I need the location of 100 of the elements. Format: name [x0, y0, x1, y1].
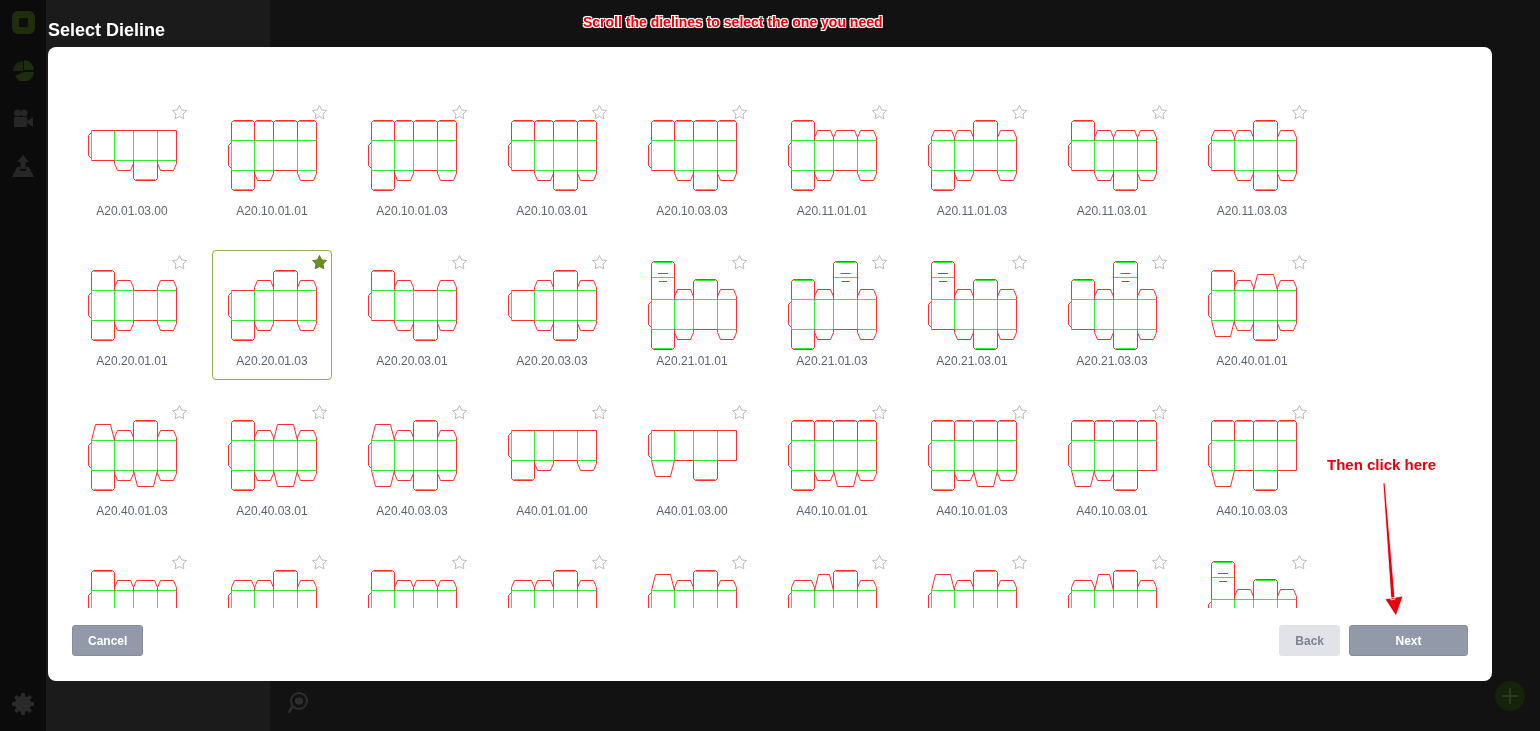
dieline-tile[interactable]: A20.20.03.01 — [352, 250, 472, 380]
star-icon[interactable] — [452, 405, 467, 420]
dieline-tile[interactable]: A20.21.01.01 — [632, 250, 752, 380]
star-icon[interactable] — [732, 105, 747, 120]
star-icon[interactable] — [1012, 255, 1027, 270]
star-icon[interactable] — [1012, 105, 1027, 120]
star-icon[interactable] — [172, 255, 187, 270]
dieline-tile[interactable]: A20.40.03.01 — [212, 400, 332, 530]
dieline-tile[interactable]: A20.21.03.01 — [912, 250, 1032, 380]
star-icon[interactable] — [732, 255, 747, 270]
dieline-label: A20.11.01.03 — [936, 203, 1008, 219]
dieline-tile[interactable]: A20.21.03.03 — [1052, 250, 1172, 380]
dieline-label: A20.20.01.03 — [236, 353, 308, 369]
star-icon[interactable] — [452, 255, 467, 270]
dieline-label: A20.40.01.03 — [96, 503, 168, 519]
annotation-text: Then click here — [1327, 456, 1437, 474]
star-icon[interactable] — [312, 255, 327, 270]
dieline-label: A40.01.01.00 — [516, 503, 588, 519]
dieline-tile[interactable]: A20.40.01.01 — [1192, 250, 1312, 380]
dieline-label: A20.11.01.01 — [796, 203, 868, 219]
dieline-label: A20.10.03.03 — [656, 203, 728, 219]
dieline-label: A40.10.01.03 — [936, 503, 1008, 519]
pie-chart-icon[interactable] — [12, 59, 34, 81]
dieline-tile[interactable]: A40.10.01.03 — [912, 400, 1032, 530]
dieline-tile[interactable]: A20.10.03.03 — [632, 100, 752, 230]
dieline-label: A20.21.01.01 — [656, 353, 728, 369]
dieline-tile[interactable]: A40.01.01.00 — [492, 400, 612, 530]
dieline-tile[interactable]: A20.20.03.03 — [492, 250, 612, 380]
star-icon[interactable] — [1292, 255, 1307, 270]
dieline-tile[interactable]: A20.11.03.03 — [1192, 100, 1312, 230]
star-icon[interactable] — [872, 255, 887, 270]
star-icon[interactable] — [732, 555, 747, 570]
star-icon[interactable] — [1292, 105, 1307, 120]
star-icon[interactable] — [312, 105, 327, 120]
dieline-label: A20.20.01.01 — [96, 353, 168, 369]
star-icon[interactable] — [1012, 405, 1027, 420]
star-icon[interactable] — [732, 405, 747, 420]
star-icon[interactable] — [1292, 555, 1307, 570]
star-icon[interactable] — [1012, 555, 1027, 570]
dieline-label: A40.10.03.03 — [1216, 503, 1288, 519]
star-icon[interactable] — [1292, 405, 1307, 420]
dieline-label: A20.11.03.01 — [1076, 203, 1148, 219]
dieline-tile[interactable]: A20.20.01.03 — [212, 250, 332, 380]
star-icon[interactable] — [1152, 255, 1167, 270]
dieline-label: A20.10.01.03 — [376, 203, 448, 219]
dieline-label: A20.21.03.03 — [1076, 353, 1148, 369]
star-icon[interactable] — [592, 555, 607, 570]
star-icon[interactable] — [1152, 555, 1167, 570]
star-icon[interactable] — [872, 405, 887, 420]
dieline-tile[interactable]: A40.10.03.01 — [1052, 400, 1172, 530]
dialog-title: Select Dieline — [48, 19, 166, 41]
dieline-tile[interactable]: A40.01.03.00 — [632, 400, 752, 530]
star-icon[interactable] — [312, 405, 327, 420]
dieline-tile[interactable]: A20.10.01.01 — [212, 100, 332, 230]
star-icon[interactable] — [452, 105, 467, 120]
dieline-tile[interactable]: A20.40.03.03 — [352, 400, 472, 530]
dieline-label: A20.01.03.00 — [96, 203, 168, 219]
dieline-label: A20.11.03.03 — [1216, 203, 1288, 219]
dieline-tile[interactable]: A40.10.03.03 — [1192, 400, 1312, 530]
star-icon[interactable] — [172, 105, 187, 120]
star-icon[interactable] — [1152, 405, 1167, 420]
dieline-label: A20.20.03.03 — [516, 353, 588, 369]
dieline-label: A20.40.03.01 — [236, 503, 308, 519]
settings-icon[interactable] — [12, 693, 34, 715]
dieline-tile[interactable]: A20.40.01.03 — [72, 400, 192, 530]
dieline-tile[interactable]: A20.10.03.01 — [492, 100, 612, 230]
video-camera-icon[interactable] — [13, 109, 33, 127]
star-icon[interactable] — [592, 105, 607, 120]
star-icon[interactable] — [592, 405, 607, 420]
dieline-label: A20.21.01.03 — [796, 353, 868, 369]
dieline-tile[interactable]: A20.21.01.03 — [772, 250, 892, 380]
dieline-label: A40.01.03.00 — [656, 503, 728, 519]
dieline-label: A20.40.03.03 — [376, 503, 448, 519]
dieline-tile[interactable]: A20.11.03.01 — [1052, 100, 1172, 230]
search-icon[interactable] — [288, 692, 309, 713]
star-icon[interactable] — [1152, 105, 1167, 120]
dieline-label: A20.40.01.01 — [1216, 353, 1288, 369]
star-icon[interactable] — [872, 555, 887, 570]
star-icon[interactable] — [172, 405, 187, 420]
star-icon[interactable] — [872, 105, 887, 120]
dieline-label: A40.10.03.01 — [1076, 503, 1148, 519]
dieline-label: A20.20.03.01 — [376, 353, 448, 369]
star-icon[interactable] — [452, 555, 467, 570]
star-icon[interactable] — [172, 555, 187, 570]
dieline-label: A20.10.01.01 — [236, 203, 308, 219]
dieline-tile[interactable]: A20.11.01.03 — [912, 100, 1032, 230]
app-logo-icon[interactable] — [11, 10, 35, 34]
star-icon[interactable] — [592, 255, 607, 270]
upload-icon[interactable] — [12, 155, 34, 177]
dieline-tile[interactable]: A20.11.01.01 — [772, 100, 892, 230]
dieline-tile[interactable]: A40.10.01.01 — [772, 400, 892, 530]
dieline-tile[interactable]: A20.10.01.03 — [352, 100, 472, 230]
add-button[interactable] — [1495, 681, 1525, 711]
dieline-label: A40.10.01.01 — [796, 503, 868, 519]
annotation-text: Scroll the dielines to select the one you need — [583, 13, 883, 31]
dieline-tile[interactable]: A20.20.01.01 — [72, 250, 192, 380]
star-icon[interactable] — [312, 555, 327, 570]
dieline-label: A20.21.03.01 — [936, 353, 1008, 369]
dieline-tile[interactable]: A20.01.03.00 — [72, 100, 192, 230]
dieline-label: A20.10.03.01 — [516, 203, 588, 219]
